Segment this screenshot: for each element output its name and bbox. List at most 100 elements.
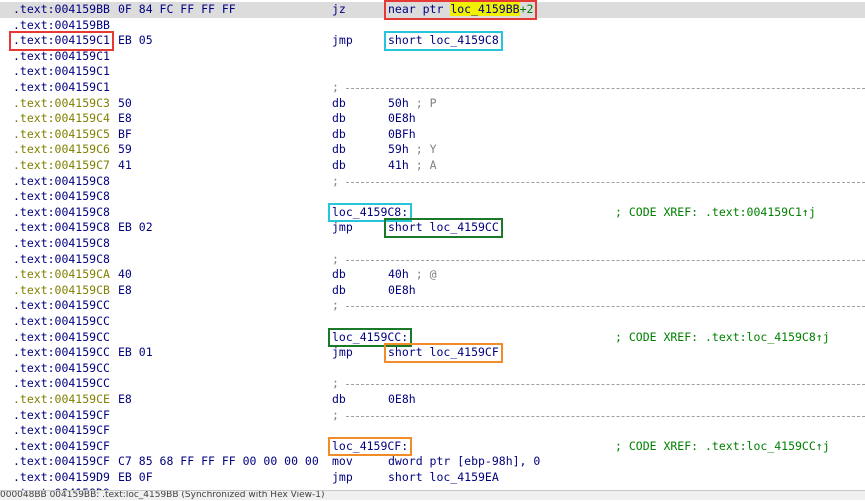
operand[interactable]: short loc_4159C8 — [388, 33, 499, 49]
listing-row[interactable]: .text:004159C1 EB 05 jmp short loc_4159C8 — [0, 33, 865, 49]
operand[interactable]: 50h ; P — [388, 96, 437, 112]
address[interactable]: .text:004159C8 — [13, 220, 110, 236]
address[interactable]: .text:004159C6 — [13, 142, 110, 158]
inline-comment: ; A — [415, 158, 437, 172]
listing-row[interactable]: .text:004159CC loc_4159CC: ; CODE XREF: .t… — [0, 330, 865, 346]
opcode-bytes: EB 01 — [118, 345, 153, 360]
operand[interactable]: short loc_4159EA — [388, 470, 499, 486]
address[interactable]: .text:004159C8 — [13, 189, 110, 205]
address[interactable]: .text:004159C1 — [13, 64, 110, 80]
address[interactable]: .text:004159BB — [13, 18, 110, 34]
listing-row[interactable]: .text:004159CF; — [0, 408, 865, 424]
disassembly-listing[interactable]: .text:004159BB 0F 84 FC FF FF FF jz near pt… — [0, 0, 865, 500]
operand-text[interactable]: short loc_4159C8 — [388, 33, 499, 47]
operand[interactable]: near ptr loc_4159BB+2 — [388, 2, 533, 18]
listing-row[interactable]: .text:004159CE E8 db 0E8h — [0, 392, 865, 408]
operand[interactable]: 0E8h — [388, 392, 416, 408]
listing-row[interactable]: .text:004159C1; — [0, 80, 865, 96]
address[interactable]: .text:004159BB — [13, 2, 110, 18]
listing-row[interactable]: .text:004159CF loc_4159CF: ; CODE XREF: .t… — [0, 439, 865, 455]
address[interactable]: .text:004159C8 — [13, 236, 110, 252]
address[interactable]: .text:004159CB — [13, 283, 110, 299]
address[interactable]: .text:004159C8 — [13, 252, 110, 268]
operand-text[interactable]: 0E8h — [388, 283, 416, 297]
listing-row[interactable]: .text:004159CF C7 85 68 FF FF FF 00 00 00… — [0, 454, 865, 470]
operand-text[interactable]: 59h — [388, 142, 409, 156]
listing-row[interactable]: .text:004159CC — [0, 361, 865, 377]
address[interactable]: .text:004159CF — [13, 439, 110, 455]
address[interactable]: .text:004159CC — [13, 345, 110, 361]
listing-row[interactable]: .text:004159CB E8 db 0E8h — [0, 283, 865, 299]
address[interactable]: .text:004159CC — [13, 314, 110, 330]
listing-row[interactable]: .text:004159C7 41 db 41h ; A — [0, 158, 865, 174]
address[interactable]: .text:004159CF — [13, 408, 110, 424]
address[interactable]: .text:004159CF — [13, 423, 110, 439]
address[interactable]: .text:004159CF — [13, 454, 110, 470]
operand-text[interactable]: 0BFh — [388, 127, 416, 141]
listing-row[interactable]: .text:004159C4 E8 db 0E8h — [0, 111, 865, 127]
address[interactable]: .text:004159D9 — [13, 470, 110, 486]
operand-text[interactable]: 50h — [388, 96, 409, 110]
operand[interactable]: short loc_4159CC — [388, 220, 499, 236]
listing-row[interactable]: .text:004159CC; — [0, 376, 865, 392]
listing-row[interactable]: .text:004159D9 EB 0F jmp short loc_4159EA — [0, 470, 865, 486]
code-label[interactable]: loc_4159C8: — [332, 205, 408, 221]
operand-text[interactable]: short loc_4159CF — [388, 345, 499, 359]
listing-row[interactable]: .text:004159CF — [0, 423, 865, 439]
code-label[interactable]: loc_4159CC: — [332, 330, 408, 346]
address[interactable]: .text:004159C1 — [13, 80, 110, 96]
operand-text[interactable]: 41h — [388, 158, 409, 172]
xref-comment[interactable]: ; CODE XREF: .text:loc_4159C8↑j — [615, 330, 830, 346]
operand[interactable]: 0E8h — [388, 283, 416, 299]
address[interactable]: .text:004159C8 — [13, 205, 110, 221]
listing-row[interactable]: .text:004159C8; — [0, 174, 865, 190]
listing-row[interactable]: .text:004159CA 40 db 40h ; @ — [0, 267, 865, 283]
listing-row[interactable]: .text:004159C5 BF db 0BFh — [0, 127, 865, 143]
xref-comment[interactable]: ; CODE XREF: .text:004159C1↑j — [615, 205, 816, 221]
listing-row[interactable]: .text:004159C8; — [0, 252, 865, 268]
listing-row[interactable]: .text:004159BB — [0, 18, 865, 34]
highlighted-symbol[interactable]: loc_4159BB — [450, 2, 520, 16]
address[interactable]: .text:004159CC — [13, 298, 110, 314]
operand[interactable]: short loc_4159CF — [388, 345, 499, 361]
xref-comment[interactable]: ; CODE XREF: .text:loc_4159CC↑j — [615, 439, 830, 455]
operand[interactable]: 0E8h — [388, 111, 416, 127]
listing-row[interactable]: .text:004159BB 0F 84 FC FF FF FF jz near pt… — [0, 2, 865, 18]
opcode-bytes: E8 — [118, 111, 132, 126]
operand[interactable]: 0BFh — [388, 127, 416, 143]
operand-text[interactable]: 0E8h — [388, 111, 416, 125]
listing-row[interactable]: .text:004159C1 — [0, 64, 865, 80]
listing-row[interactable]: .text:004159C8 loc_4159C8: ; CODE XREF: .t… — [0, 205, 865, 221]
operand-text[interactable]: 0E8h — [388, 392, 416, 406]
listing-row[interactable]: .text:004159C6 59 db 59h ; Y — [0, 142, 865, 158]
operand-text[interactable]: 40h — [388, 267, 409, 281]
listing-row[interactable]: .text:004159CC; — [0, 298, 865, 314]
listing-row[interactable]: .text:004159C1 — [0, 49, 865, 65]
address[interactable]: .text:004159C8 — [13, 174, 110, 190]
operand[interactable]: dword ptr [ebp-98h], 0 — [388, 454, 540, 470]
operand-text[interactable]: short loc_4159EA — [388, 470, 499, 484]
address[interactable]: .text:004159C5 — [13, 127, 110, 143]
operand[interactable]: 40h ; @ — [388, 267, 437, 283]
address[interactable]: .text:004159CC — [13, 330, 110, 346]
code-label[interactable]: loc_4159CF: — [332, 439, 408, 455]
address[interactable]: .text:004159CC — [13, 361, 110, 377]
address[interactable]: .text:004159C1 — [13, 49, 110, 65]
address[interactable]: .text:004159CA — [13, 267, 110, 283]
listing-row[interactable]: .text:004159CC EB 01 jmp short loc_4159CF — [0, 345, 865, 361]
operand-text[interactable]: dword ptr [ebp-98h], 0 — [388, 454, 540, 468]
operand[interactable]: 59h ; Y — [388, 142, 437, 158]
listing-row[interactable]: .text:004159CC — [0, 314, 865, 330]
address[interactable]: .text:004159C1 — [13, 33, 110, 49]
address[interactable]: .text:004159C7 — [13, 158, 110, 174]
listing-row[interactable]: .text:004159C3 50 db 50h ; P — [0, 96, 865, 112]
operand[interactable]: 41h ; A — [388, 158, 437, 174]
listing-row[interactable]: .text:004159C8 — [0, 189, 865, 205]
address[interactable]: .text:004159CC — [13, 376, 110, 392]
address[interactable]: .text:004159C3 — [13, 96, 110, 112]
operand-text[interactable]: short loc_4159CC — [388, 220, 499, 234]
listing-row[interactable]: .text:004159C8 EB 02 jmp short loc_4159CC — [0, 220, 865, 236]
listing-row[interactable]: .text:004159C8 — [0, 236, 865, 252]
address[interactable]: .text:004159C4 — [13, 111, 110, 127]
address[interactable]: .text:004159CE — [13, 392, 110, 408]
